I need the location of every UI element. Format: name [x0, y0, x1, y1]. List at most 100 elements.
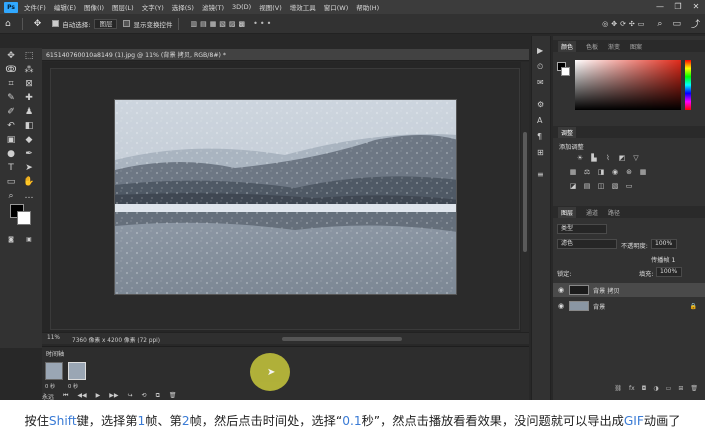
brightness-icon[interactable]: ☀ — [573, 154, 587, 162]
more-options-icon[interactable]: ••• — [253, 19, 273, 28]
duplicate-frame-icon[interactable]: ⧉ — [156, 392, 160, 400]
type-tool-icon[interactable]: T — [4, 162, 18, 174]
propagate-frame-label[interactable]: 传播帧 1 — [651, 255, 675, 264]
auto-select-checkbox[interactable] — [52, 20, 60, 27]
eye-icon[interactable]: ◉ — [553, 302, 569, 310]
menu-file[interactable]: 文件(F) — [24, 2, 46, 12]
search-icon[interactable]: ⌕ — [657, 19, 662, 29]
lasso-tool-icon[interactable]: ↂ — [4, 64, 18, 76]
frame-1-delay[interactable]: 0 秒 — [45, 383, 55, 390]
first-frame-icon[interactable]: ⏮ — [63, 392, 68, 400]
loop-dropdown[interactable]: 永远 — [42, 392, 54, 401]
dodge-tool-icon[interactable]: ● — [4, 148, 18, 160]
tab-layers[interactable]: 图层 — [558, 206, 577, 218]
prev-frame-icon[interactable]: ◀◀ — [77, 392, 86, 400]
threshold-icon[interactable]: ◫ — [594, 182, 608, 190]
minimize-button[interactable]: — — [651, 0, 669, 14]
tab-swatches[interactable]: 色板 — [586, 42, 598, 51]
hue-slider[interactable] — [685, 60, 691, 110]
adjustment-layer-icon[interactable]: ◑ — [653, 385, 658, 397]
menu-select[interactable]: 选择(S) — [172, 2, 194, 12]
delete-frame-icon[interactable]: 🗑 — [169, 392, 177, 400]
history-panel-icon[interactable]: ⏲ — [537, 62, 543, 72]
marquee-tool-icon[interactable]: ⬚ — [22, 50, 36, 62]
fx-icon[interactable]: fx — [629, 385, 635, 397]
tab-adjustments[interactable]: 调整 — [558, 126, 577, 138]
blur-tool-icon[interactable]: ◆ — [22, 134, 36, 146]
vibrance-icon[interactable]: ▽ — [629, 154, 643, 162]
menu-layer[interactable]: 图层(L) — [112, 2, 134, 12]
menu-image[interactable]: 图像(I) — [84, 2, 104, 12]
close-button[interactable]: ✕ — [687, 0, 705, 14]
pen-tool-icon[interactable]: ✒ — [22, 148, 36, 160]
home-icon[interactable]: ⌂ — [5, 19, 11, 29]
zoom-tool-icon[interactable]: ⌕ — [4, 190, 18, 202]
horizontal-scrollbar[interactable] — [282, 337, 402, 341]
panel-background-swatch[interactable] — [561, 67, 570, 76]
timeline-frame-1[interactable] — [45, 362, 63, 380]
character-panel-icon[interactable]: A — [537, 116, 542, 125]
group-icon[interactable]: ▭ — [666, 385, 672, 397]
levels-icon[interactable]: ▙ — [587, 154, 601, 162]
menu-type[interactable]: 文字(Y) — [142, 2, 164, 12]
background-color-swatch[interactable] — [17, 211, 31, 225]
tab-paths[interactable]: 路径 — [608, 208, 620, 217]
canvas-photo[interactable] — [114, 99, 457, 295]
selective-color-icon[interactable]: ▧ — [608, 182, 622, 190]
invert-icon[interactable]: ◪ — [566, 182, 580, 190]
gradient-tool-icon[interactable]: ▣ — [4, 134, 18, 146]
gradient-map-icon[interactable]: ▭ — [622, 182, 636, 190]
color-picker-field[interactable] — [575, 60, 681, 110]
link-icon[interactable]: ⛓ — [614, 385, 622, 397]
paragraph-panel-icon[interactable]: ¶ — [537, 132, 542, 141]
maximize-button[interactable]: ❐ — [669, 0, 687, 14]
more-tools-icon[interactable]: … — [22, 190, 36, 202]
share-icon[interactable]: ⤴ — [691, 17, 700, 30]
delete-layer-icon[interactable]: 🗑 — [690, 385, 698, 397]
spot-healing-icon[interactable]: ✚ — [22, 92, 36, 104]
eye-icon[interactable]: ◉ — [553, 286, 569, 294]
posterize-icon[interactable]: ▤ — [580, 182, 594, 190]
3d-mode-icon[interactable]: ◎✥⟳✣▭ — [602, 20, 647, 28]
color-balance-icon[interactable]: ⚖ — [580, 168, 594, 176]
move-tool-icon[interactable]: ✥ — [34, 19, 42, 29]
menu-plugins[interactable]: 增效工具 — [290, 2, 316, 12]
zoom-level[interactable]: 11% — [47, 335, 60, 341]
workspace-icon[interactable]: ▭ — [672, 19, 681, 29]
brush-tool-icon[interactable]: ✐ — [4, 106, 18, 118]
menu-window[interactable]: 窗口(W) — [324, 2, 349, 12]
blend-mode-dropdown[interactable]: 滤色 — [557, 239, 617, 249]
stamp-tool-icon[interactable]: ♟ — [22, 106, 36, 118]
scrollbar-thumb[interactable] — [523, 132, 527, 252]
adjust-panel-icon[interactable]: ≡ — [537, 170, 544, 179]
path-select-icon[interactable]: ➤ — [22, 162, 36, 174]
move-tool-icon[interactable]: ✥ — [4, 50, 18, 62]
menu-filter[interactable]: 滤镜(T) — [202, 2, 224, 12]
play-icon[interactable]: ▶ — [96, 392, 101, 400]
play-panel-icon[interactable]: ▶ — [537, 46, 543, 55]
opacity-field[interactable]: 100% — [651, 239, 677, 249]
timeline-frame-2[interactable] — [68, 362, 86, 380]
frame-tool-icon[interactable]: ⊠ — [22, 78, 36, 90]
frame-2-delay[interactable]: 0 秒 — [68, 383, 78, 390]
mask-icon[interactable]: ◘ — [642, 385, 647, 397]
vertical-scrollbar[interactable] — [521, 62, 529, 332]
shape-tool-icon[interactable]: ▭ — [4, 176, 18, 188]
tab-color[interactable]: 颜色 — [558, 40, 577, 52]
comments-panel-icon[interactable]: ✉ — [537, 78, 544, 87]
align-icons[interactable]: ▥▤▦▧▨▩ — [190, 20, 248, 28]
menu-3d[interactable]: 3D(D) — [232, 3, 251, 11]
next-frame-icon[interactable]: ▶▶ — [109, 392, 118, 400]
menu-edit[interactable]: 编辑(E) — [54, 2, 76, 12]
tab-patterns[interactable]: 图案 — [630, 42, 642, 51]
layer-row-background[interactable]: ◉ 背景 🔒 — [553, 299, 705, 313]
layer-kind-filter[interactable]: 类型 — [557, 224, 607, 234]
layer-row-background-copy[interactable]: ◉ 背景 拷贝 — [553, 283, 705, 297]
photo-filter-icon[interactable]: ◉ — [608, 168, 622, 176]
auto-select-dropdown[interactable]: 图层 — [94, 18, 118, 29]
tab-gradients[interactable]: 渐变 — [608, 42, 620, 51]
fill-field[interactable]: 100% — [656, 267, 682, 277]
menu-help[interactable]: 帮助(H) — [356, 2, 379, 12]
tab-channels[interactable]: 通道 — [586, 208, 598, 217]
show-transform-checkbox[interactable] — [123, 20, 131, 27]
